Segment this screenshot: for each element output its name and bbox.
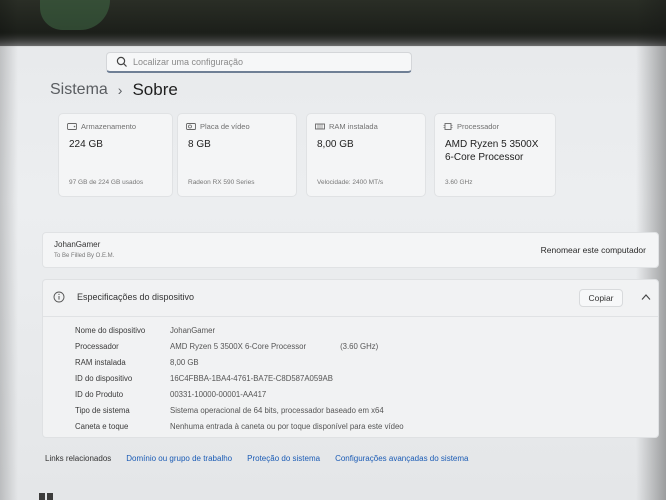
link-advanced-system-settings[interactable]: Configurações avançadas do sistema — [335, 454, 468, 463]
rename-pc-button[interactable]: Renomear este computador — [541, 245, 646, 255]
gpu-card-subtext: Radeon RX 590 Series — [188, 179, 255, 186]
ram-card-subtext: Velocidade: 2400 MT/s — [317, 179, 384, 186]
spec-key: Caneta e toque — [75, 421, 129, 431]
spec-extra[interactable]: (3.60 GHz) — [340, 342, 378, 351]
gpu-card-value: 8 GB — [188, 139, 211, 150]
breadcrumb-chevron-icon: › — [117, 82, 123, 98]
gpu-card[interactable]: Placa de vídeo 8 GB Radeon RX 590 Series — [177, 113, 297, 197]
spec-key: ID do Produto — [75, 389, 124, 399]
ram-card-label: RAM instalada — [329, 122, 378, 131]
spec-value[interactable]: Sistema operacional de 64 bits, processa… — [170, 406, 384, 415]
cpu-card-subtext: 3.60 GHz — [445, 179, 473, 186]
gpu-card-label: Placa de vídeo — [200, 122, 250, 131]
spec-key: Processador — [75, 341, 119, 351]
search-input[interactable] — [133, 57, 393, 67]
storage-card-header: Armazenamento — [67, 122, 136, 131]
spec-value[interactable]: 00331-10000-00001-AA417 — [170, 390, 266, 399]
pc-model: To Be Filled By O.E.M. — [54, 253, 115, 259]
device-specifications-title: Especificações do dispositivo — [77, 292, 195, 302]
info-icon — [53, 291, 65, 303]
spec-row: Caneta e toque Nenhuma entrada à caneta o… — [75, 418, 404, 434]
cpu-card-header: Processador — [443, 122, 499, 131]
spec-row: Tipo de sistema Sistema operacional de 64… — [75, 402, 404, 418]
ram-card[interactable]: RAM instalada 8,00 GB Velocidade: 2400 M… — [306, 113, 426, 197]
pc-name: JohanGamer — [54, 240, 101, 249]
spec-key: Nome do dispositivo — [75, 325, 146, 335]
spec-value[interactable]: 16C4FBBA-1BA4-4761-BA7E-C8D587A059AB — [170, 374, 333, 383]
ram-icon — [315, 123, 325, 130]
storage-icon — [67, 123, 77, 130]
spec-value[interactable]: JohanGamer — [170, 326, 215, 335]
spec-row: ID do dispositivo 16C4FBBA-1BA4-4761-BA7E… — [75, 370, 404, 386]
cpu-card-value: AMD Ryzen 5 3500X 6-Core Processor — [445, 139, 539, 163]
related-links: Links relacionados Domínio ou grupo de t… — [45, 454, 483, 463]
spec-key: ID do dispositivo — [75, 373, 133, 383]
windows-start-icon[interactable] — [38, 492, 54, 500]
spec-row: Nome do dispositivo JohanGamer — [75, 322, 404, 338]
cpu-card[interactable]: Processador AMD Ryzen 5 3500X 6-Core Pro… — [434, 113, 556, 197]
link-system-protection[interactable]: Proteção do sistema — [247, 454, 320, 463]
cpu-card-label: Processador — [457, 122, 500, 131]
storage-card-label: Armazenamento — [81, 122, 137, 131]
pc-name-card: JohanGamer To Be Filled By O.E.M. Renome… — [42, 232, 659, 268]
cpu-icon — [443, 123, 453, 130]
spec-rows: Nome do dispositivo JohanGamer Processado… — [75, 322, 404, 434]
page-title: Sobre — [132, 80, 178, 99]
ram-card-header: RAM instalada — [315, 122, 378, 131]
spec-row: RAM instalada 8,00 GB — [75, 354, 404, 370]
device-specifications-header[interactable]: Especificações do dispositivo Copiar — [43, 280, 658, 317]
search-icon — [116, 56, 127, 67]
spec-value[interactable]: 8,00 GB — [170, 358, 199, 367]
gpu-card-header: Placa de vídeo — [186, 122, 250, 131]
settings-search-box[interactable] — [106, 52, 412, 73]
storage-card[interactable]: Armazenamento 224 GB 97 GB de 224 GB usa… — [58, 113, 173, 197]
chevron-up-icon[interactable] — [641, 293, 651, 301]
spec-key: RAM instalada — [75, 357, 126, 367]
device-specifications-panel: Especificações do dispositivo Copiar Nom… — [42, 279, 659, 438]
ram-card-value: 8,00 GB — [317, 139, 354, 150]
spec-value[interactable]: AMD Ryzen 5 3500X 6-Core Processor — [170, 342, 306, 351]
screen-edge-left — [0, 0, 18, 500]
related-links-label: Links relacionados — [45, 454, 112, 463]
spec-key: Tipo de sistema — [75, 405, 130, 415]
spec-value[interactable]: Nenhuma entrada à caneta ou por toque di… — [170, 422, 404, 431]
copy-specs-button[interactable]: Copiar — [579, 289, 623, 307]
breadcrumb: Sistema › Sobre — [50, 80, 178, 100]
link-domain-workgroup[interactable]: Domínio ou grupo de trabalho — [126, 454, 232, 463]
spec-row: ID do Produto 00331-10000-00001-AA417 — [75, 386, 404, 402]
storage-card-value: 224 GB — [69, 139, 103, 150]
gpu-icon — [186, 123, 196, 130]
storage-card-subtext: 97 GB de 224 GB usados — [69, 179, 144, 186]
breadcrumb-parent-link[interactable]: Sistema — [50, 81, 108, 99]
spec-row: Processador AMD Ryzen 5 3500X 6-Core Proc… — [75, 338, 404, 354]
